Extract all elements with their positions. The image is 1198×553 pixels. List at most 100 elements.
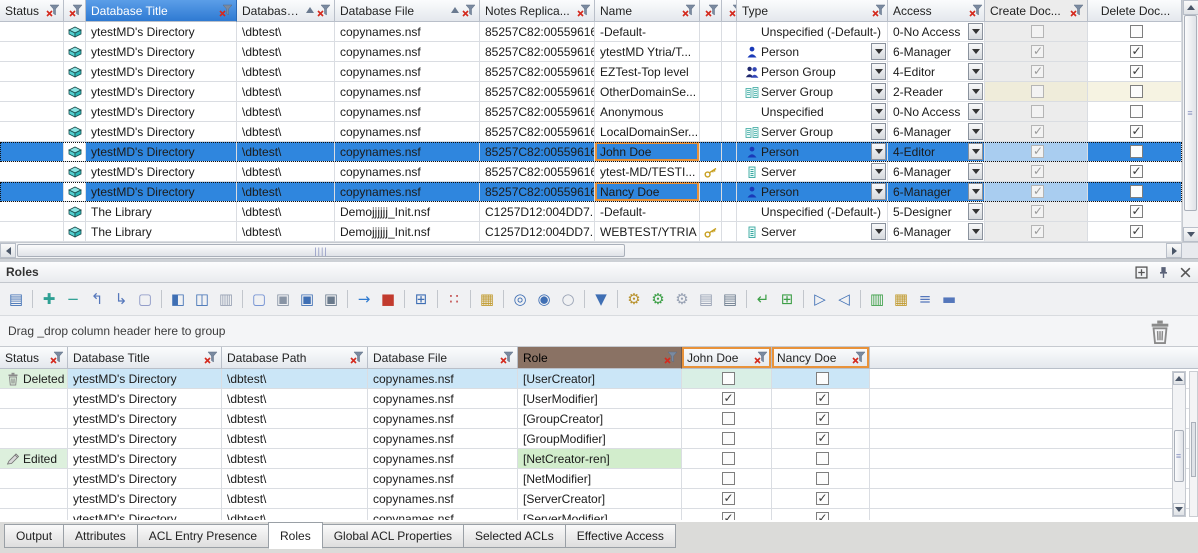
entry-name-cell[interactable]: OtherDomainSe... [595,82,700,101]
column-header-notes-replica[interactable]: Notes Replica... [480,0,595,22]
create-documents-checkbox[interactable] [1031,45,1044,58]
create-documents-checkbox[interactable] [1031,65,1044,78]
john-doe-role-checkbox[interactable] [722,452,735,465]
database-file-cell[interactable]: copynames.nsf [335,22,480,41]
access-level-cell[interactable]: 6-Manager [888,122,985,141]
filter-icon[interactable] [729,4,737,17]
notes-replica-cell[interactable]: 85257C82:00559616 [480,102,595,121]
john-doe-role-cell[interactable] [682,369,772,388]
copy-options-button[interactable]: ▣ [320,288,342,310]
database-file-cell[interactable]: copynames.nsf [335,102,480,121]
database-path-cell[interactable]: \dbtest\ [237,22,335,41]
role-row[interactable]: Edited ytestMD's Directory \dbtest\ copy… [0,449,1198,469]
create-documents-checkbox[interactable] [1031,205,1044,218]
create-documents-cell[interactable] [985,42,1088,61]
acl-entry-row[interactable]: ytestMD's Directory \dbtest\ copynames.n… [0,142,1182,162]
john-doe-role-cell[interactable] [682,429,772,448]
filter-icon[interactable] [500,351,514,364]
database-title-cell[interactable]: ytestMD's Directory [68,449,222,468]
delete-documents-checkbox[interactable] [1130,85,1143,98]
access-level-cell[interactable]: 6-Manager [888,222,985,241]
create-documents-checkbox[interactable] [1031,185,1044,198]
column-header-create-documents[interactable]: Create Doc... [985,0,1088,22]
database-file-cell[interactable]: copynames.nsf [335,42,480,61]
delete-documents-cell[interactable] [1088,82,1182,101]
entry-name-cell[interactable]: LocalDomainSer... [595,122,700,141]
filter-icon[interactable] [705,4,719,17]
database-file-cell[interactable]: copynames.nsf [335,82,480,101]
john-doe-role-checkbox[interactable] [722,512,735,520]
open-in-window-button[interactable]: ⊞ [410,288,432,310]
entry-name-cell[interactable]: EZTest-Top level [595,62,700,81]
role-name-cell[interactable]: [NetModifier] [518,469,682,488]
column-header-status[interactable]: Status [0,0,64,22]
column-header-database-title[interactable]: Database Title [86,0,237,22]
entry-type-cell[interactable]: Server Group [737,122,888,141]
delete-documents-cell[interactable] [1088,122,1182,141]
sheet-export-button[interactable]: ▤ [719,288,741,310]
john-doe-role-cell[interactable] [682,509,772,520]
database-file-cell[interactable]: copynames.nsf [335,62,480,81]
filter-icon[interactable] [204,351,218,364]
entry-name-cell[interactable]: -Default- [595,202,700,221]
create-documents-cell[interactable] [985,222,1088,241]
create-documents-cell[interactable] [985,22,1088,41]
entry-type-cell[interactable]: Person [737,182,888,201]
scroll-right-button[interactable] [1166,243,1182,258]
group-by-bar[interactable]: Drag _drop column header here to group [0,316,1198,346]
create-documents-cell[interactable] [985,62,1088,81]
type-dropdown-button[interactable] [871,83,886,100]
role-name-cell[interactable]: [GroupModifier] [518,429,682,448]
database-path-cell[interactable]: \dbtest\ [237,182,335,201]
notes-replica-cell[interactable]: 85257C82:00559616 [480,162,595,181]
delete-documents-checkbox[interactable] [1130,145,1143,158]
filter-icon[interactable] [754,351,768,364]
delete-documents-cell[interactable] [1088,182,1182,201]
apply-grid-settings-button[interactable]: ⚙ [647,288,669,310]
apply-changes-button[interactable]: ↵ [752,288,774,310]
acl-entry-row[interactable]: ytestMD's Directory \dbtest\ copynames.n… [0,82,1182,102]
database-file-cell[interactable]: copynames.nsf [368,389,518,408]
nancy-doe-role-checkbox[interactable] [816,472,829,485]
access-level-cell[interactable]: 5-Designer [888,202,985,221]
delete-documents-checkbox[interactable] [1130,205,1143,218]
entry-name-cell[interactable]: John Doe [595,142,700,161]
create-documents-cell[interactable] [985,182,1088,201]
john-doe-role-cell[interactable] [682,409,772,428]
database-path-cell[interactable]: \dbtest\ [222,429,368,448]
database-title-cell[interactable]: ytestMD's Directory [68,509,222,520]
column-header-admin-server[interactable] [700,0,722,22]
scroll-left-button[interactable] [0,243,16,258]
entry-type-cell[interactable]: Unspecified [737,102,888,121]
column-header-access[interactable]: Access [888,0,985,22]
scrollbar-track[interactable] [625,243,1166,258]
acl-entry-row[interactable]: ytestMD's Directory \dbtest\ copynames.n… [0,162,1182,182]
column-compare-button[interactable]: ▥ [866,288,888,310]
nancy-doe-role-cell[interactable] [772,389,870,408]
database-file-cell[interactable]: copynames.nsf [335,122,480,141]
filter-icon[interactable] [1070,4,1084,17]
access-level-cell[interactable]: 6-Manager [888,162,985,181]
acl-entry-row[interactable]: The Library \dbtest\ Demojjjjjj_Init.nsf… [0,202,1182,222]
database-settings-button[interactable]: ▤ [5,288,27,310]
delete-documents-checkbox[interactable] [1130,45,1143,58]
filter-icon[interactable] [317,4,331,17]
access-dropdown-button[interactable] [968,103,983,120]
collapse-selection-button[interactable]: ◁ [833,288,855,310]
column-header-status[interactable]: Status [0,347,68,369]
database-title-cell[interactable]: ytestMD's Directory [86,82,237,101]
acl-entry-row[interactable]: The Library \dbtest\ Demojjjjjj_Init.nsf… [0,222,1182,242]
notes-replica-cell[interactable]: 85257C82:00559616 [480,22,595,41]
database-title-cell[interactable]: ytestMD's Directory [86,182,237,201]
column-header-flags[interactable] [722,0,737,22]
delete-documents-cell[interactable] [1088,142,1182,161]
access-dropdown-button[interactable] [968,23,983,40]
column-header-database-path[interactable]: Database Path [222,347,368,369]
database-title-cell[interactable]: ytestMD's Directory [86,42,237,61]
database-file-cell[interactable]: copynames.nsf [368,509,518,520]
database-title-cell[interactable]: ytestMD's Directory [86,162,237,181]
create-documents-checkbox[interactable] [1031,85,1044,98]
access-dropdown-button[interactable] [968,163,983,180]
database-path-cell[interactable]: \dbtest\ [237,82,335,101]
database-file-cell[interactable]: copynames.nsf [335,162,480,181]
